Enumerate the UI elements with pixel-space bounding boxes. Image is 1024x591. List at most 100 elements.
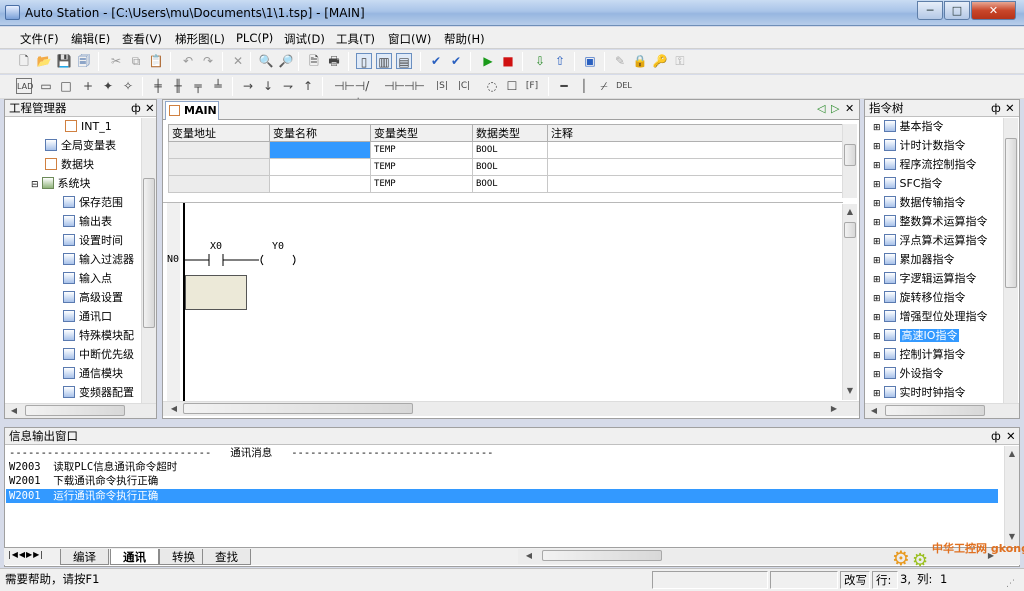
ladder-hscroll[interactable]: ◀ ▶: [163, 401, 859, 416]
log-line-selected[interactable]: W2001 运行通讯命令执行正确: [6, 489, 998, 503]
instr-vscroll[interactable]: [1003, 118, 1018, 404]
col-address[interactable]: 变量地址: [168, 124, 270, 142]
panel-close-icon[interactable]: ✕: [145, 100, 155, 116]
instr-tree-item[interactable]: ⊞ 字逻辑运算指令: [873, 270, 977, 288]
contact-nc-icon[interactable]: ⊣/⊢: [354, 78, 370, 109]
scroll-thumb[interactable]: [1005, 138, 1017, 288]
scroll-left-icon[interactable]: ◀: [867, 404, 881, 418]
menu-edit[interactable]: 编辑(E): [71, 31, 110, 47]
undo-icon[interactable]: ↶: [180, 53, 196, 69]
expand-icon[interactable]: ⊞: [873, 275, 881, 285]
instr-tree-item[interactable]: ⊞ 计时计数指令: [873, 137, 966, 155]
monitor-icon[interactable]: ▣: [582, 53, 598, 69]
tab-next-icon[interactable]: ▷: [831, 102, 839, 115]
box-icon[interactable]: □: [58, 78, 74, 94]
expand-icon[interactable]: ⊞: [873, 218, 881, 228]
panel-close-icon[interactable]: ✕: [1006, 428, 1016, 444]
cell-data-type[interactable]: BOOL: [472, 141, 548, 159]
coil-s-icon[interactable]: |S|: [434, 78, 450, 94]
expand-icon[interactable]: ⊞: [873, 351, 881, 361]
tab-scroll-icon[interactable]: |◀◀▶▶|: [8, 550, 44, 559]
keys-icon[interactable]: ⚿: [672, 53, 688, 69]
scroll-thumb[interactable]: [25, 405, 125, 416]
instr-tree-item[interactable]: ⊞ 高速IO指令: [873, 327, 960, 345]
cell-var-type[interactable]: TEMP: [370, 175, 473, 193]
stop-icon[interactable]: ■: [500, 53, 516, 69]
instr-hscroll[interactable]: ◀: [865, 403, 1019, 418]
instr-tree-item[interactable]: ⊞ 旋转移位指令: [873, 289, 966, 307]
log-line[interactable]: W2001 下载通讯命令执行正确: [9, 474, 158, 488]
instr-tree-item[interactable]: ⊞ 控制计算指令: [873, 346, 966, 364]
tree-item-int1[interactable]: INT_1: [65, 118, 112, 136]
delete-row-icon[interactable]: ╧: [210, 78, 226, 94]
pen-icon[interactable]: ✎: [612, 53, 628, 69]
cut-icon[interactable]: ✂: [108, 53, 124, 69]
instr-tree-item[interactable]: ⊞ 整数算术运算指令: [873, 213, 988, 231]
tab-comm[interactable]: 通讯: [110, 549, 159, 565]
ladder-vscroll[interactable]: ▲ ▼: [842, 204, 857, 400]
menu-ladder[interactable]: 梯形图(L): [175, 31, 225, 47]
scroll-down-icon[interactable]: ▼: [843, 384, 857, 398]
col-var-type[interactable]: 变量类型: [370, 124, 473, 142]
key-icon[interactable]: 🔑: [652, 53, 668, 69]
expand-icon[interactable]: ⊞: [873, 332, 881, 342]
log-line[interactable]: W2003 读取PLC信息通讯命令超时: [9, 460, 177, 474]
cell-name[interactable]: [269, 141, 371, 159]
instr-tree-item[interactable]: ⊞ 基本指令: [873, 118, 944, 136]
find-icon[interactable]: 🔍: [258, 53, 274, 69]
cell-var-type[interactable]: TEMP: [370, 141, 473, 159]
expand-icon[interactable]: ⊞: [873, 237, 881, 247]
instr-tree-item[interactable]: ⊞ 程序流控制指令: [873, 156, 977, 174]
expand-icon[interactable]: ⊞: [873, 389, 881, 399]
tree-item-input-points[interactable]: 输入点: [63, 270, 112, 288]
scroll-thumb[interactable]: [143, 178, 155, 328]
tab-main[interactable]: MAIN: [165, 101, 219, 120]
contact-p-icon[interactable]: ⊣⊢: [384, 78, 405, 94]
tab-find[interactable]: 查找: [202, 549, 251, 565]
cell-address[interactable]: [168, 141, 270, 159]
expand-icon[interactable]: ⊞: [873, 313, 881, 323]
tree-item-data-block[interactable]: 数据块: [45, 156, 94, 174]
tree-item-interrupt-priority[interactable]: 中断优先级: [63, 346, 134, 364]
tree-item-comm-port[interactable]: 通讯口: [63, 308, 112, 326]
cell-comment[interactable]: [547, 141, 843, 159]
tree-item-set-time[interactable]: 设置时间: [63, 232, 123, 250]
lock-icon[interactable]: 🔒: [632, 53, 648, 69]
col-comment[interactable]: 注释: [547, 124, 843, 142]
cursor-cell[interactable]: [185, 275, 247, 310]
expand-icon[interactable]: ⊞: [873, 180, 881, 190]
copy-icon[interactable]: ⧉: [128, 53, 144, 69]
collapse-icon[interactable]: ⊟: [31, 180, 39, 190]
line-right-icon[interactable]: →: [240, 78, 256, 94]
instr-tree-item[interactable]: ⊞ 外设指令: [873, 365, 944, 383]
expand-icon[interactable]: ⊞: [873, 256, 881, 266]
scroll-left-icon[interactable]: ◀: [522, 549, 536, 563]
insert-up-icon[interactable]: ✧: [120, 78, 136, 94]
scroll-left-icon[interactable]: ◀: [7, 404, 21, 418]
not-icon[interactable]: ⌿: [596, 78, 612, 94]
project-hscroll[interactable]: ◀: [5, 403, 156, 418]
scroll-thumb[interactable]: [844, 222, 856, 238]
tree-item-input-filter[interactable]: 输入过滤器: [63, 251, 134, 269]
print-preview-icon[interactable]: 🗎: [306, 53, 322, 69]
instr-tree-item[interactable]: ⊞ 浮点算术运算指令: [873, 232, 988, 250]
menu-view[interactable]: 查看(V): [122, 31, 162, 47]
menu-plc[interactable]: PLC(P): [236, 31, 273, 45]
table-vscroll[interactable]: [842, 124, 857, 198]
expand-icon[interactable]: ⊞: [873, 370, 881, 380]
tree-item-special-module[interactable]: 特殊模块配: [63, 327, 134, 345]
insert-down-icon[interactable]: ✦: [100, 78, 116, 94]
scroll-thumb[interactable]: [885, 405, 985, 416]
expand-icon[interactable]: ⊞: [873, 161, 881, 171]
print-icon[interactable]: 🖶: [326, 53, 342, 69]
tab-close-icon[interactable]: ✕: [845, 102, 854, 115]
open-folder-icon[interactable]: 📂: [36, 53, 52, 69]
scroll-thumb[interactable]: [844, 144, 856, 166]
line-up-icon[interactable]: ↑: [300, 78, 316, 94]
expand-icon[interactable]: ⊞: [873, 294, 881, 304]
instr-tree-item[interactable]: ⊞ 实时时钟指令: [873, 384, 966, 402]
tree-item-system-block[interactable]: ⊟ 系统块: [31, 175, 91, 193]
menu-file[interactable]: 文件(F): [20, 31, 59, 47]
new-file-icon[interactable]: 🗋: [16, 53, 32, 69]
pin-icon[interactable]: ф: [991, 428, 1001, 444]
